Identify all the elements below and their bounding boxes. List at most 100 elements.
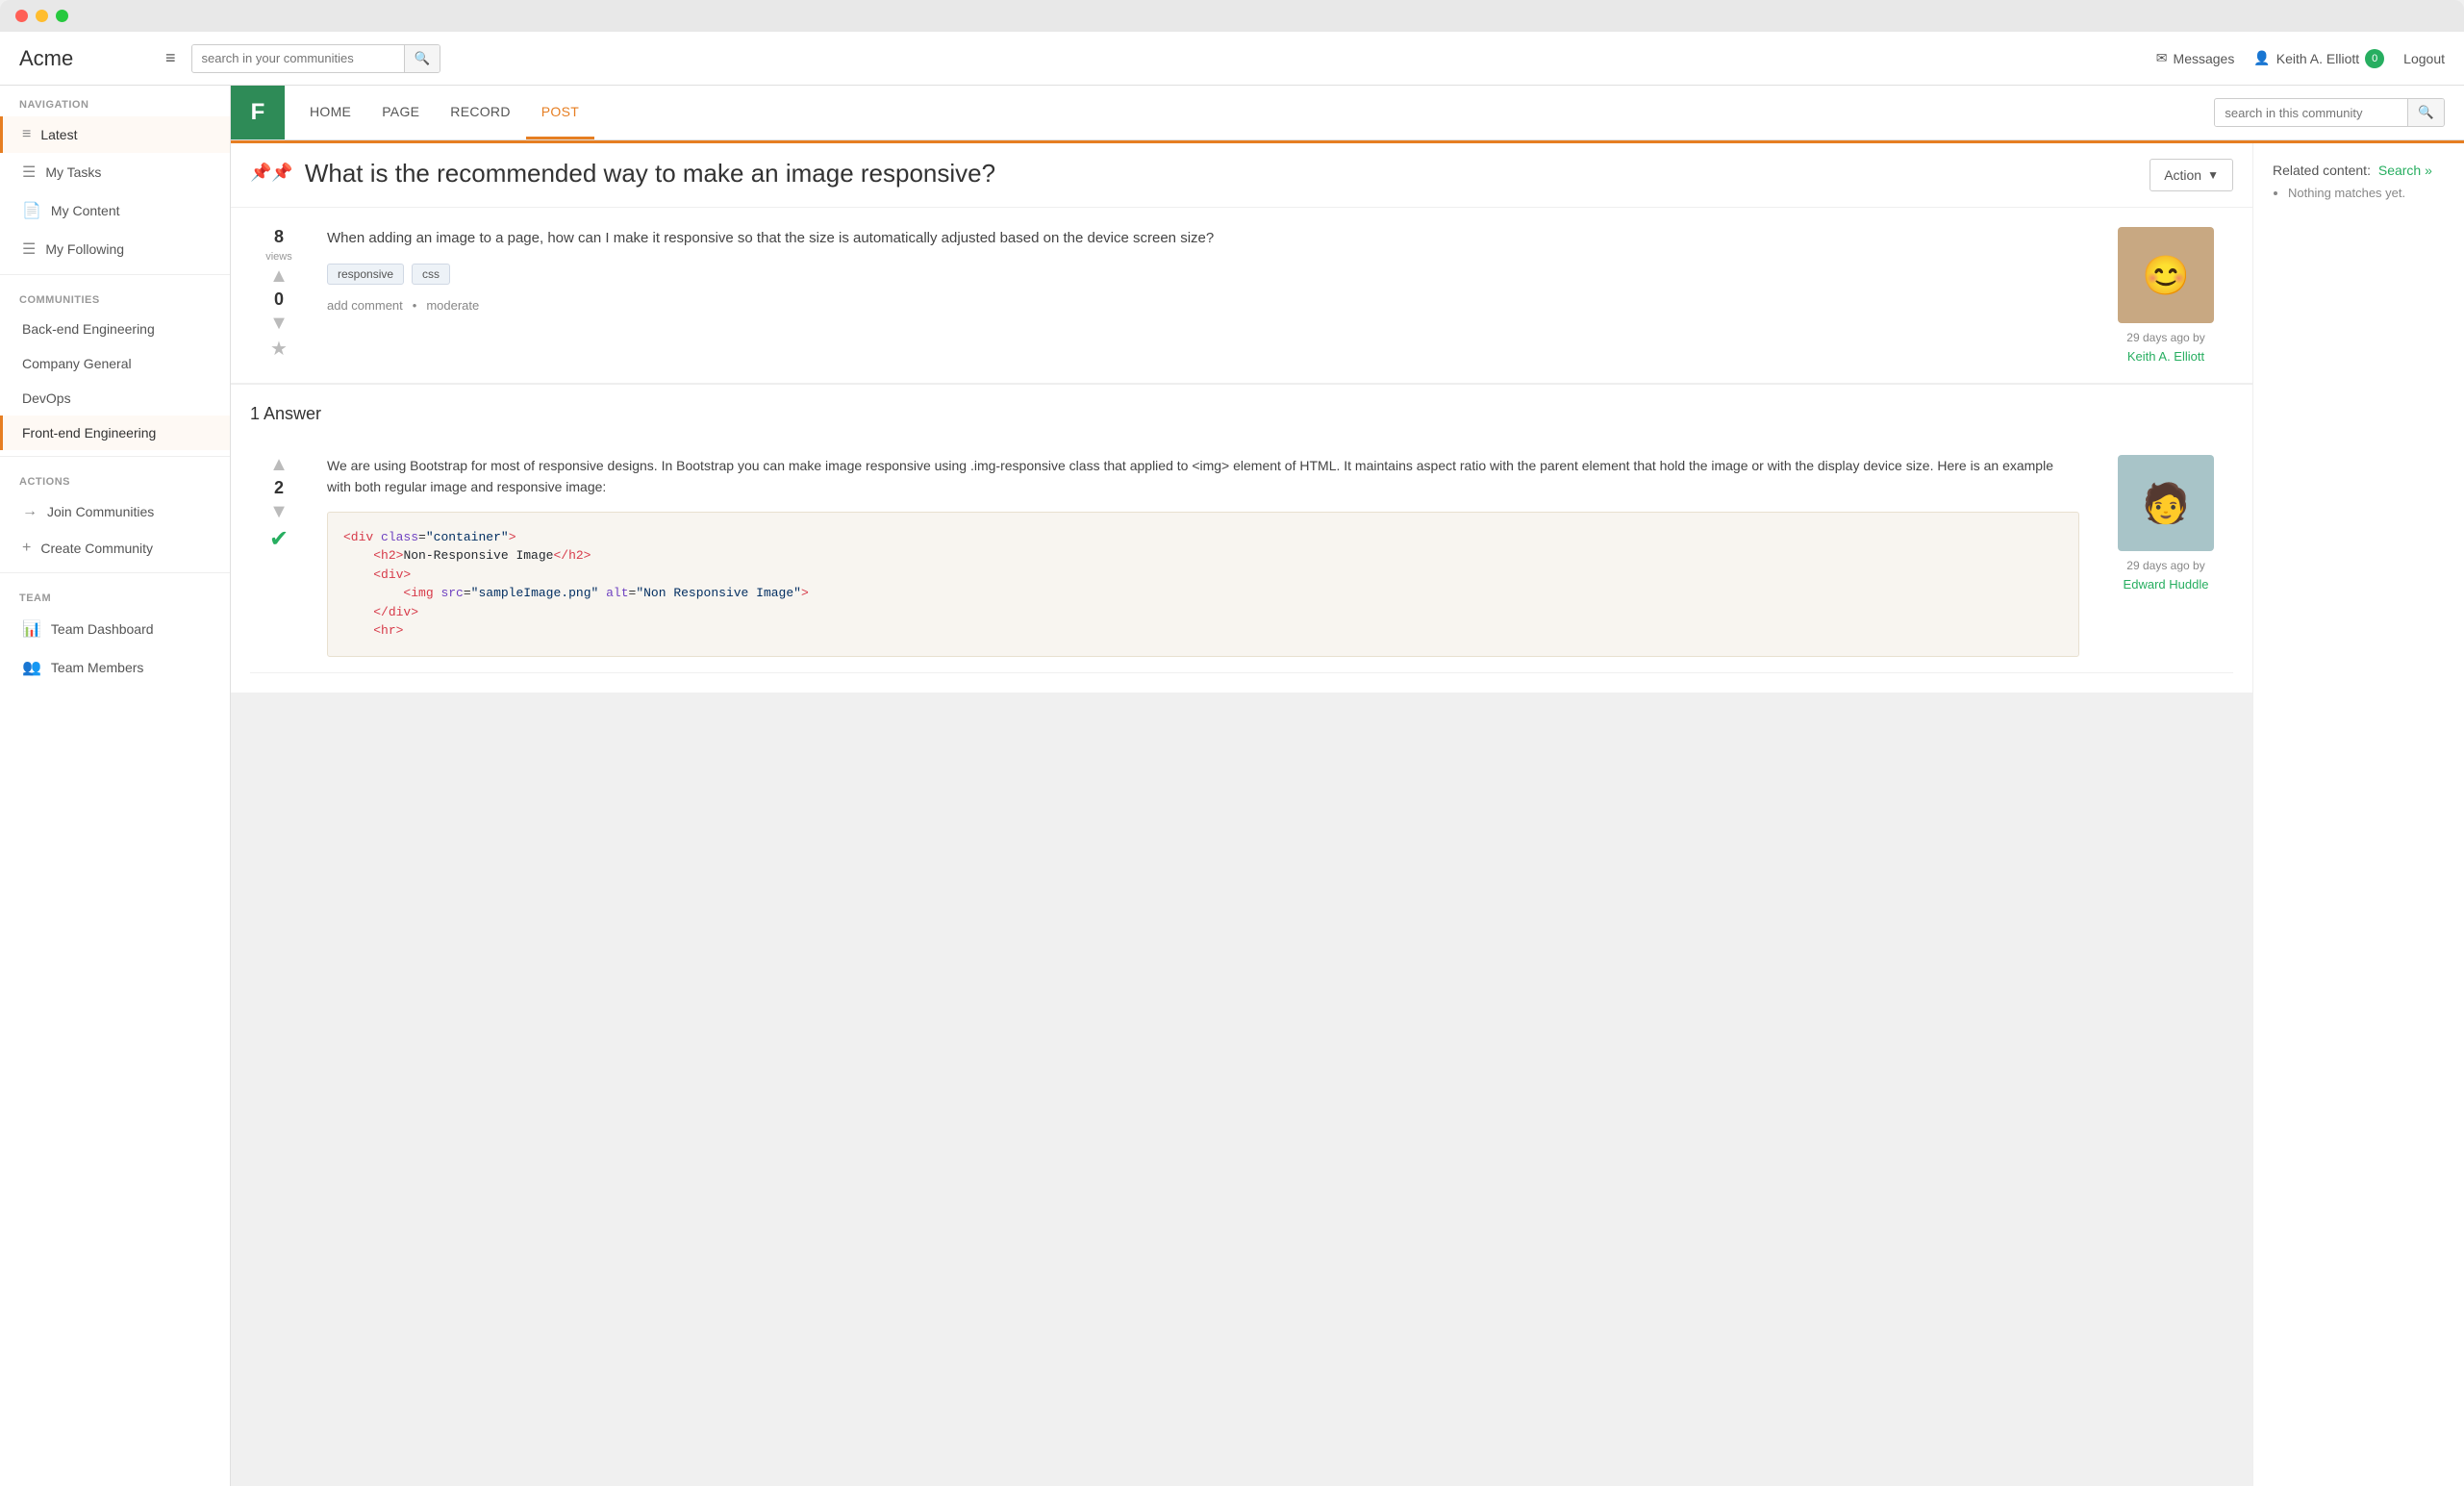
community-tabs: HOME PAGE RECORD POST [285, 87, 2214, 139]
global-search-button[interactable]: 🔍 [404, 45, 440, 72]
post-content: When adding an image to a page, how can … [327, 227, 2079, 364]
answer-vote-count: 2 [274, 478, 284, 498]
post-upvote-button[interactable]: ▲ [269, 266, 289, 286]
global-search-input[interactable] [192, 45, 404, 71]
answer-upvote-button[interactable]: ▲ [269, 455, 289, 474]
sidebar-item-company-general[interactable]: Company General [0, 346, 230, 381]
sidebar-item-my-following[interactable]: ☰ My Following [0, 230, 230, 268]
user-info: 👤 Keith A. Elliott 0 [2253, 49, 2384, 68]
sidebar-item-backend-engineering[interactable]: Back-end Engineering [0, 312, 230, 346]
nav-search-area: ≡ 🔍 [158, 44, 639, 73]
top-navbar: Acme ≡ 🔍 ✉ Messages 👤 Keith A. Elliott 0… [0, 32, 2464, 86]
answer-item: ▲ 2 ▼ ✔ We are using Bootstrap for most … [250, 440, 2233, 673]
add-comment-link[interactable]: add comment [327, 298, 403, 313]
pin-icon: 📌 [250, 163, 293, 183]
sidebar-label-my-content: My Content [51, 203, 120, 218]
global-search-box: 🔍 [191, 44, 441, 73]
minimize-traffic-light[interactable] [36, 10, 48, 22]
answer-downvote-button[interactable]: ▼ [269, 502, 289, 521]
tag-css[interactable]: css [412, 264, 450, 285]
post-date: 29 days ago by [2099, 331, 2233, 344]
related-list: Nothing matches yet. [2273, 186, 2445, 200]
sidebar-item-frontend-engineering[interactable]: Front-end Engineering [0, 416, 230, 450]
devops-label: DevOps [22, 390, 71, 406]
post-author-name[interactable]: Keith A. Elliott [2127, 349, 2204, 364]
dropdown-arrow-icon: ▼ [2207, 168, 2219, 182]
envelope-icon: ✉ [2156, 50, 2168, 66]
answer-author-meta: 🧑 29 days ago by Edward Huddle [2099, 455, 2233, 657]
accepted-checkmark-icon: ✔ [269, 525, 289, 553]
community-header: F HOME PAGE RECORD POST 🔍 [231, 86, 2464, 140]
post-main-area: 📌 What is the recommended way to make an… [231, 143, 2252, 1486]
window-chrome [0, 0, 2464, 32]
answers-section: 1 Answer ▲ 2 ▼ ✔ We are using Bootstrap … [231, 384, 2252, 693]
answer-author-name[interactable]: Edward Huddle [2124, 577, 2209, 592]
user-badge: 0 [2365, 49, 2384, 68]
tab-post[interactable]: POST [526, 87, 594, 139]
post-body: 8 views ▲ 0 ▼ ★ When adding an image to … [231, 208, 2252, 384]
separator: • [413, 298, 417, 313]
answer-vote-section: ▲ 2 ▼ ✔ [250, 455, 308, 657]
company-label: Company General [22, 356, 132, 371]
post-author-avatar: 😊 [2118, 227, 2214, 323]
join-icon: → [22, 503, 38, 520]
app-body: NAVIGATION ≡ Latest ☰ My Tasks 📄 My Cont… [0, 86, 2464, 1486]
messages-link[interactable]: ✉ Messages [2156, 50, 2235, 66]
latest-icon: ≡ [22, 126, 31, 143]
community-search-area: 🔍 [2214, 98, 2464, 127]
user-name: Keith A. Elliott [2276, 51, 2359, 66]
moderate-link[interactable]: moderate [426, 298, 479, 313]
post-text: When adding an image to a page, how can … [327, 227, 2079, 250]
app-title: Acme [19, 46, 135, 71]
sidebar-item-team-dashboard[interactable]: 📊 Team Dashboard [0, 610, 230, 648]
user-icon: 👤 [2253, 50, 2270, 66]
sidebar-item-devops[interactable]: DevOps [0, 381, 230, 416]
tab-home[interactable]: HOME [294, 87, 366, 139]
answer-author-avatar: 🧑 [2118, 455, 2214, 551]
sidebar-item-create-community[interactable]: + Create Community [0, 530, 230, 567]
tab-record[interactable]: RECORD [435, 87, 525, 139]
tasks-icon: ☰ [22, 163, 36, 182]
post-downvote-button[interactable]: ▼ [269, 314, 289, 333]
post-tags: responsive css [327, 264, 2079, 285]
post-vote-section: 8 views ▲ 0 ▼ ★ [250, 227, 308, 364]
sidebar-item-latest[interactable]: ≡ Latest [0, 116, 230, 153]
community-search-input[interactable] [2215, 100, 2407, 126]
code-block: <div class="container"> <h2>Non-Responsi… [327, 512, 2079, 657]
answer-date: 29 days ago by [2099, 559, 2233, 572]
community-search-box: 🔍 [2214, 98, 2445, 127]
members-icon: 👥 [22, 658, 41, 677]
tab-page[interactable]: PAGE [366, 87, 435, 139]
content-icon: 📄 [22, 201, 41, 220]
tag-responsive[interactable]: responsive [327, 264, 404, 285]
team-dashboard-label: Team Dashboard [51, 621, 154, 637]
sidebar: NAVIGATION ≡ Latest ☰ My Tasks 📄 My Cont… [0, 86, 231, 1486]
maximize-traffic-light[interactable] [56, 10, 68, 22]
post-star-button[interactable]: ★ [270, 337, 288, 361]
post-views-count: 8 [274, 227, 284, 247]
join-label: Join Communities [47, 504, 154, 519]
related-title: Related content: Search » [2273, 163, 2445, 178]
related-search-link[interactable]: Search » [2378, 163, 2432, 178]
post-title: What is the recommended way to make an i… [305, 159, 2138, 189]
related-label: Related content: [2273, 163, 2371, 178]
community-search-button[interactable]: 🔍 [2407, 99, 2444, 126]
answers-title: 1 Answer [250, 404, 2233, 424]
sidebar-item-my-content[interactable]: 📄 My Content [0, 191, 230, 230]
post-vote-count: 0 [274, 290, 284, 310]
related-sidebar: Related content: Search » Nothing matche… [2252, 143, 2464, 1486]
hamburger-button[interactable]: ≡ [158, 44, 184, 72]
sidebar-divider-3 [0, 572, 230, 573]
action-dropdown-button[interactable]: Action ▼ [2150, 159, 2233, 191]
nav-right: ✉ Messages 👤 Keith A. Elliott 0 Logout [2156, 49, 2445, 68]
post-views-label: views [265, 251, 292, 263]
sidebar-item-join-communities[interactable]: → Join Communities [0, 493, 230, 530]
answer-content: We are using Bootstrap for most of respo… [327, 455, 2079, 657]
community-logo: F [231, 86, 285, 139]
close-traffic-light[interactable] [15, 10, 28, 22]
actions-section-title: ACTIONS [0, 463, 230, 493]
sidebar-item-team-members[interactable]: 👥 Team Members [0, 648, 230, 687]
logout-button[interactable]: Logout [2403, 51, 2445, 66]
action-label: Action [2164, 167, 2201, 183]
sidebar-item-my-tasks[interactable]: ☰ My Tasks [0, 153, 230, 191]
